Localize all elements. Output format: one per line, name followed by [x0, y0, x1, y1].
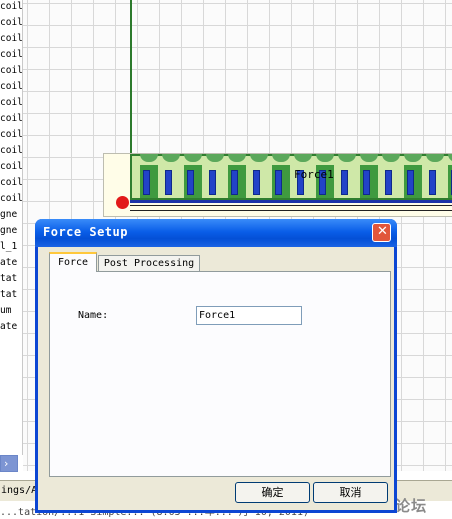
coil-tooth: [316, 154, 334, 162]
coil-tooth: [272, 154, 290, 162]
tab-post-processing[interactable]: Post Processing: [98, 255, 200, 272]
tree-item[interactable]: coil: [0, 113, 22, 125]
tree-item[interactable]: tat: [0, 289, 17, 301]
tree-item[interactable]: ate: [0, 321, 17, 333]
tree-item[interactable]: gne: [0, 225, 17, 237]
tree-item[interactable]: coil: [0, 129, 22, 141]
close-icon: ✕: [377, 224, 388, 239]
tree-item[interactable]: coil: [0, 33, 22, 45]
tree-item[interactable]: um: [0, 305, 11, 317]
coil-winding: [253, 170, 260, 195]
cancel-button[interactable]: 取消: [313, 482, 388, 503]
dialog-titlebar[interactable]: Force Setup ✕: [35, 219, 397, 247]
ok-button[interactable]: 确定: [235, 482, 310, 503]
chevron-right-icon: ›: [4, 457, 9, 470]
coil-winding: [407, 170, 414, 195]
coil-winding: [363, 170, 370, 195]
tree-item[interactable]: gne: [0, 209, 17, 221]
tree-item[interactable]: coil: [0, 49, 22, 61]
coil-winding: [231, 170, 238, 195]
coil-tooth: [360, 154, 378, 162]
tree-item[interactable]: coil: [0, 65, 22, 77]
coil-winding: [275, 170, 282, 195]
baseline-rail: [130, 205, 452, 211]
name-input[interactable]: Force1: [196, 306, 302, 325]
coil-array[interactable]: [130, 154, 452, 200]
project-tree: coil coil coil coil coil coil coil coil …: [0, 0, 23, 455]
coil-tooth: [184, 154, 202, 162]
force-setup-dialog: Force Setup ✕ Force Post Processing Name…: [35, 219, 397, 513]
close-button[interactable]: ✕: [372, 223, 391, 242]
tree-item[interactable]: tat: [0, 273, 17, 285]
tab-force[interactable]: Force: [49, 252, 97, 272]
tree-item[interactable]: coil: [0, 1, 22, 13]
base-line: [130, 200, 452, 203]
tree-item[interactable]: coil: [0, 17, 22, 29]
tree-item[interactable]: coil: [0, 161, 22, 173]
tree-item[interactable]: coil: [0, 81, 22, 93]
coil-winding: [385, 170, 392, 195]
coil-tooth: [338, 154, 356, 162]
name-label: Name:: [78, 310, 109, 321]
coil-tooth: [426, 154, 444, 162]
coil-tooth: [162, 154, 180, 162]
coil-winding: [341, 170, 348, 195]
coil-winding: [165, 170, 172, 195]
coil-winding: [187, 170, 194, 195]
tab-panel: Name: Force1: [49, 271, 391, 477]
origin-marker[interactable]: [116, 196, 129, 209]
tree-item[interactable]: coil: [0, 145, 22, 157]
coil-tooth: [382, 154, 400, 162]
dialog-title: Force Setup: [43, 225, 128, 239]
coil-tooth: [140, 154, 158, 162]
coil-tooth: [250, 154, 268, 162]
tree-scroll-right-button[interactable]: ›: [0, 455, 18, 472]
tree-item[interactable]: coil: [0, 193, 22, 205]
force-label: Force1: [294, 168, 334, 181]
boundary-line: [130, 0, 132, 158]
tree-item[interactable]: l_1: [0, 241, 17, 253]
coil-tooth: [448, 154, 452, 162]
coil-tooth: [228, 154, 246, 162]
coil-tooth: [206, 154, 224, 162]
tree-item[interactable]: coil: [0, 177, 22, 189]
coil-tooth: [294, 154, 312, 162]
tree-item[interactable]: ate: [0, 257, 17, 269]
coil-winding: [209, 170, 216, 195]
coil-tooth: [404, 154, 422, 162]
tree-item[interactable]: coil: [0, 97, 22, 109]
coil-winding: [143, 170, 150, 195]
coil-winding: [429, 170, 436, 195]
